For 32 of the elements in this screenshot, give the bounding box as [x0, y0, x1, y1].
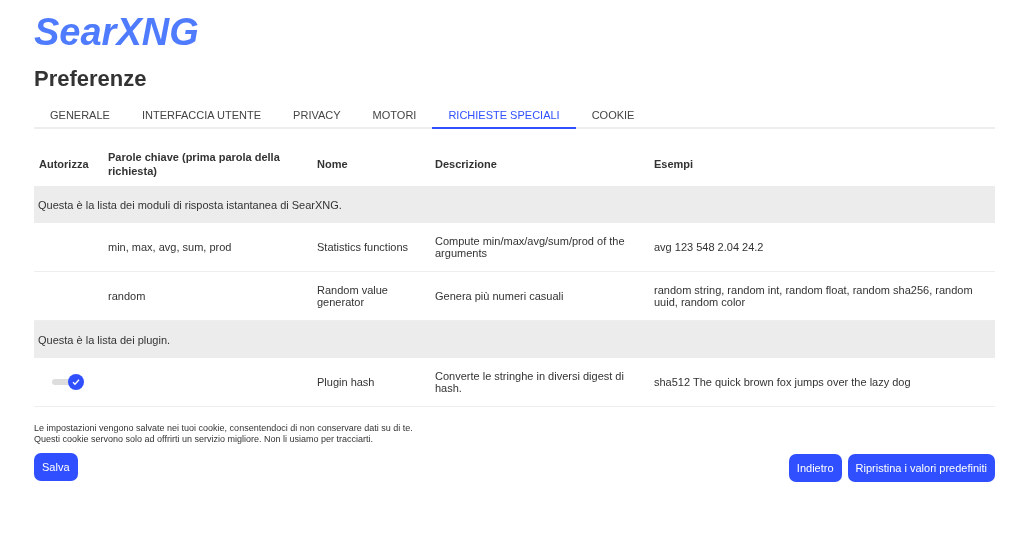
table-cell: sha512 The quick brown fox jumps over the lazy dog [654, 376, 911, 388]
back-button[interactable]: Indietro [788, 454, 842, 482]
table-cell: Plugin hash [317, 376, 375, 388]
tab[interactable]: PRIVACY [277, 106, 357, 129]
section-caption: Questa è la lista dei moduli di risposta istantanea di SearXNG. [38, 198, 342, 211]
table-cell: Compute min/max/avg/sum/prod of the arguments [435, 235, 625, 259]
save-button[interactable]: Salva [34, 453, 78, 481]
table-cell: Converte le stringhe in diversi digest di hash. [435, 370, 624, 394]
tab[interactable]: INTERFACCIA UTENTE [125, 106, 278, 129]
toggle-switch[interactable] [52, 374, 84, 390]
logo[interactable]: SearXNG [34, 10, 199, 54]
column-header: Nome [317, 157, 348, 170]
table-cell: random string, random int, random float, random sha256, random uuid, random color [654, 284, 973, 308]
tab[interactable]: GENERALE [34, 106, 126, 129]
column-header: Parole chiave (prima parola della richiesta) [108, 150, 280, 177]
tab[interactable]: MOTORI [356, 106, 433, 129]
section-caption: Questa è la lista dei plugin. [38, 333, 171, 346]
cookie-notice: Le impostazioni vengono salvate nei tuoi cookie, consentendoci di non conservare dati su di te. [34, 423, 414, 434]
table-cell: Genera più numeri casuali [435, 290, 564, 302]
tab[interactable]: COOKIE [575, 106, 651, 129]
table-cell: random [108, 290, 146, 302]
table-cell: Random value generator [317, 284, 388, 308]
cookie-notice: Questi cookie servono solo ad offrirti un servizio migliore. Non li usiamo per tracciarti. [34, 434, 374, 445]
column-header: Descrizione [435, 157, 497, 170]
table-cell: Statistics functions [317, 241, 409, 253]
table-cell: min, max, avg, sum, prod [108, 241, 232, 253]
column-header: Esempi [654, 157, 694, 170]
tab[interactable]: RICHIESTE SPECIALI [432, 106, 576, 129]
page-title: Preferenze [34, 66, 147, 92]
column-header: Autorizza [39, 157, 89, 170]
table-cell: avg 123 548 2.04 24.2 [654, 241, 764, 253]
reset-button[interactable]: Ripristina i valori predefiniti [847, 454, 995, 482]
